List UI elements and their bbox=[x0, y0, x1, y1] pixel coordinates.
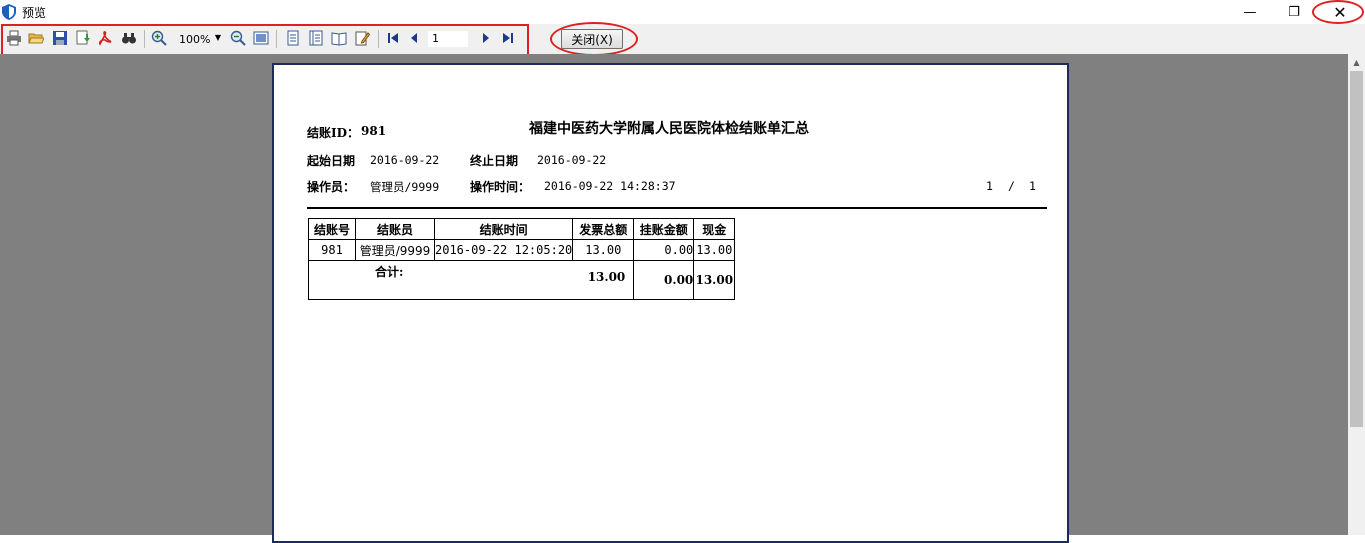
settlement-table: 结账号 结账员 结账时间 发票总额 挂账金额 现金 981 管理员/9999 2… bbox=[307, 218, 736, 300]
settle-id-value: 981 bbox=[361, 124, 387, 138]
table-header-row: 结账号 结账员 结账时间 发票总额 挂账金额 现金 bbox=[308, 218, 736, 240]
end-date-label: 终止日期 bbox=[470, 154, 519, 168]
total-label: 合计: bbox=[375, 265, 404, 279]
header-rule bbox=[307, 207, 1047, 209]
settle-id-label: 结账ID： bbox=[307, 126, 360, 140]
window-title: 预览 bbox=[22, 6, 47, 20]
start-date-label: 起始日期 bbox=[307, 154, 356, 168]
column-header: 发票总额 bbox=[572, 218, 635, 240]
scroll-thumb[interactable] bbox=[1350, 71, 1363, 427]
page-total: 1 bbox=[1029, 179, 1036, 193]
operation-time-label: 操作时间： bbox=[470, 180, 531, 194]
table-cell: 2016-09-22 12:05:20 bbox=[433, 239, 574, 261]
vertical-scrollbar[interactable]: ▲ bbox=[1348, 54, 1365, 535]
title-bar: 预览 — ❐ ✕ bbox=[0, 0, 1365, 24]
total-credit: 0.00 bbox=[633, 260, 695, 300]
table-cell: 13.00 bbox=[572, 239, 635, 261]
operator-value: 管理员/9999 bbox=[370, 180, 440, 194]
start-date-value: 2016-09-22 bbox=[370, 153, 440, 167]
column-header: 结账时间 bbox=[433, 218, 574, 240]
table-cell: 管理员/9999 bbox=[355, 239, 435, 261]
column-header: 挂账金额 bbox=[633, 218, 695, 240]
annotation-close-button-highlight bbox=[550, 22, 638, 56]
table-cell: 13.00 bbox=[693, 239, 736, 261]
end-date-value: 2016-09-22 bbox=[537, 153, 607, 167]
report-page: 结账ID： 981 福建中医药大学附属人民医院体检结账单汇总 起始日期 2016… bbox=[272, 63, 1069, 543]
column-header: 现金 bbox=[693, 218, 736, 240]
annotation-window-close-highlight bbox=[1312, 0, 1364, 24]
column-header: 结账员 bbox=[355, 218, 435, 240]
page-separator: / bbox=[1008, 179, 1015, 193]
shield-icon bbox=[2, 4, 16, 20]
total-cell: 合计: 13.00 bbox=[307, 260, 635, 300]
total-invoice: 13.00 bbox=[587, 270, 626, 284]
table-total-row: 合计: 13.00 0.00 13.00 bbox=[307, 260, 736, 300]
table-row: 981 管理员/9999 2016-09-22 12:05:20 13.00 0… bbox=[308, 239, 736, 261]
total-cash: 13.00 bbox=[693, 260, 736, 300]
scroll-up-arrow-icon[interactable]: ▲ bbox=[1348, 54, 1365, 71]
operator-label: 操作员： bbox=[307, 180, 356, 194]
table-cell: 0.00 bbox=[633, 239, 695, 261]
minimize-button[interactable]: — bbox=[1230, 0, 1270, 24]
restore-button[interactable]: ❐ bbox=[1274, 0, 1314, 24]
column-header: 结账号 bbox=[308, 218, 356, 240]
page-current: 1 bbox=[986, 179, 993, 193]
annotation-toolbar-highlight bbox=[1, 24, 529, 56]
operation-time-value: 2016-09-22 14:28:37 bbox=[544, 179, 676, 193]
table-cell: 981 bbox=[308, 239, 356, 261]
report-title: 福建中医药大学附属人民医院体检结账单汇总 bbox=[529, 121, 809, 137]
